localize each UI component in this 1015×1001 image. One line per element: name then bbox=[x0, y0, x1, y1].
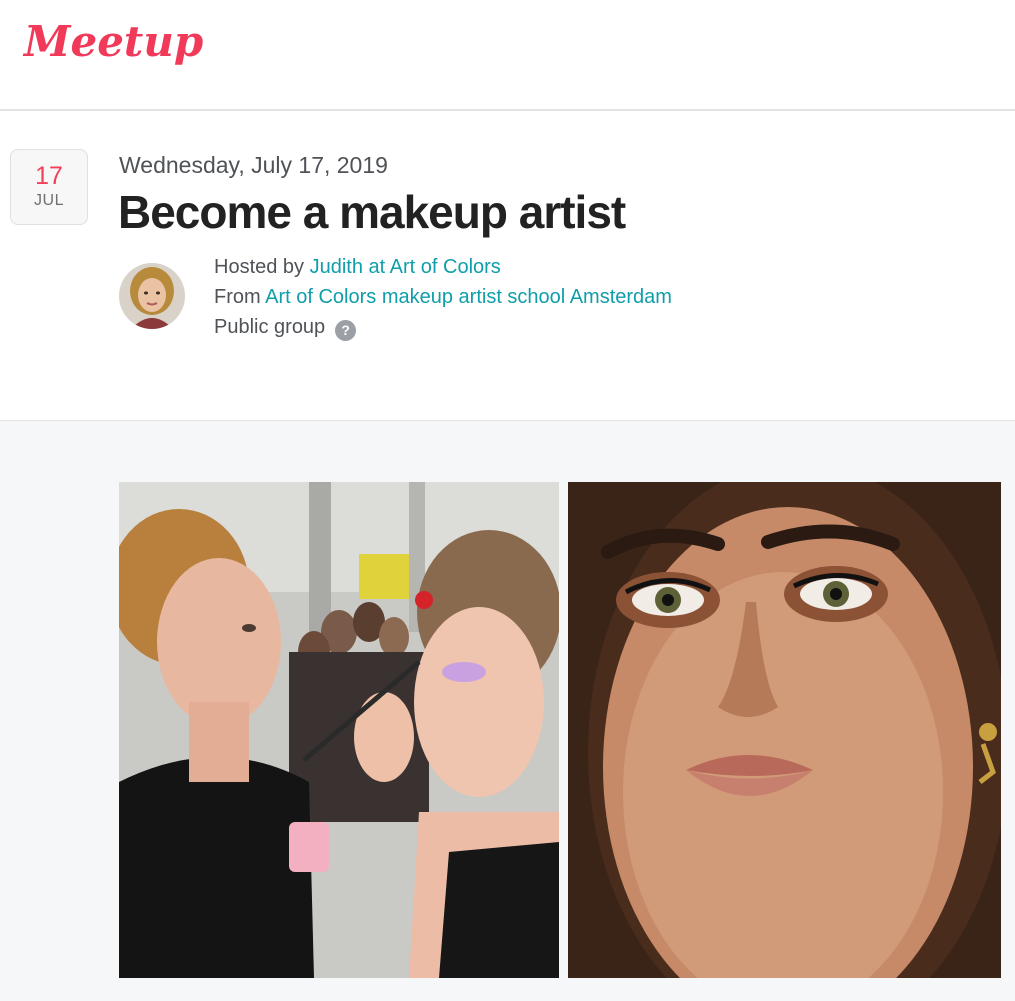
hosted-by-line: Hosted by Judith at Art of Colors bbox=[214, 252, 672, 282]
event-meta: Hosted by Judith at Art of Colors From A… bbox=[214, 252, 672, 342]
makeup-session-photo bbox=[119, 482, 559, 978]
event-photo-right[interactable] bbox=[568, 482, 1001, 978]
group-line: From Art of Colors makeup artist school … bbox=[214, 282, 672, 312]
portrait-photo bbox=[568, 482, 1001, 978]
photo-section bbox=[0, 420, 1015, 1001]
host-avatar-image bbox=[119, 263, 185, 329]
meetup-logo[interactable]: Meetup bbox=[22, 10, 212, 82]
svg-text:Meetup: Meetup bbox=[22, 17, 203, 66]
date-badge: 17 JUL bbox=[10, 149, 88, 225]
hosted-by-label: Hosted by bbox=[214, 256, 310, 278]
event-title: Become a makeup artist bbox=[118, 186, 626, 238]
event-date: Wednesday, July 17, 2019 bbox=[119, 152, 388, 178]
from-label: From bbox=[214, 286, 266, 308]
host-avatar[interactable] bbox=[119, 263, 185, 329]
top-bar: Meetup bbox=[0, 0, 1015, 111]
privacy-label: Public group bbox=[214, 316, 326, 338]
event-photo-left[interactable] bbox=[119, 482, 559, 978]
host-link[interactable]: Judith at Art of Colors bbox=[310, 256, 501, 278]
date-badge-month: JUL bbox=[34, 192, 64, 209]
privacy-line: Public group? bbox=[214, 312, 672, 342]
group-link[interactable]: Art of Colors makeup artist school Amste… bbox=[265, 286, 672, 308]
date-badge-day: 17 bbox=[35, 162, 63, 190]
help-icon[interactable]: ? bbox=[335, 320, 357, 341]
event-header: 17 JUL Wednesday, July 17, 2019 Become a… bbox=[0, 111, 1015, 420]
